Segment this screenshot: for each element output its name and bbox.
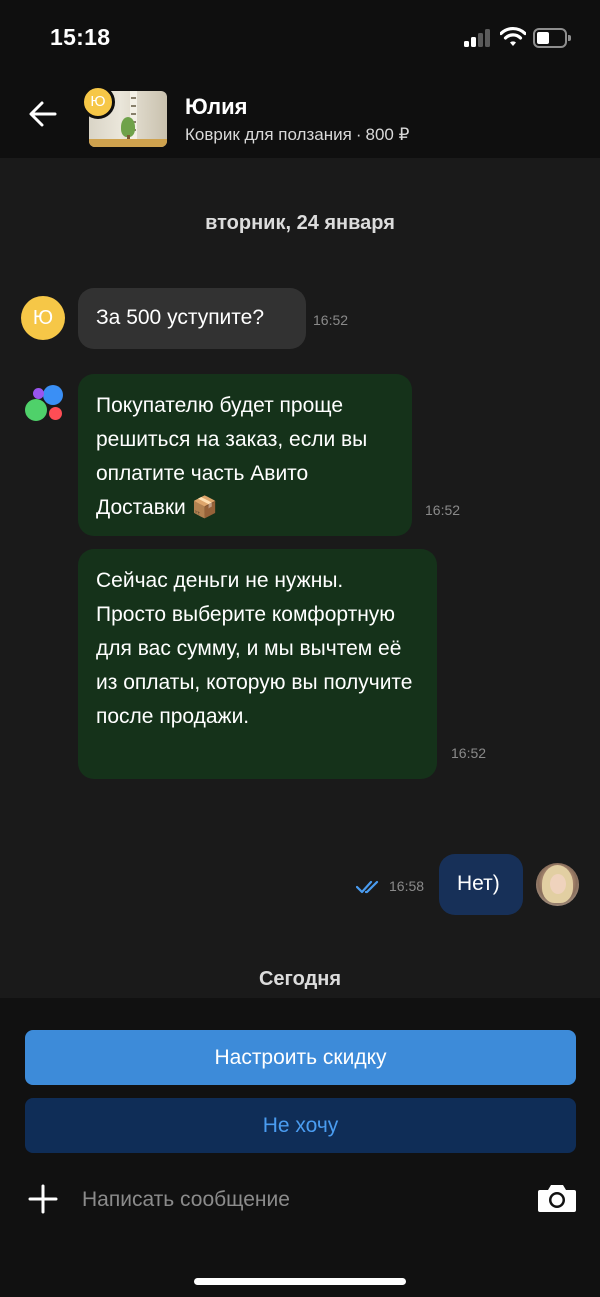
user-avatar[interactable] bbox=[536, 863, 579, 906]
contact-name[interactable]: Юлия bbox=[185, 94, 247, 120]
contact-avatar[interactable]: Ю bbox=[21, 296, 65, 340]
listing-title: Коврик для ползания bbox=[185, 125, 352, 144]
cellular-signal-icon bbox=[464, 29, 492, 47]
listing-separator: · bbox=[355, 125, 362, 144]
message-bubble-incoming[interactable]: За 500 уступите? bbox=[78, 288, 306, 349]
listing-info[interactable]: Коврик для ползания · 800 ₽ bbox=[185, 125, 409, 145]
message-bubble-avito[interactable]: Сейчас деньги не нужны. Просто выберите … bbox=[78, 549, 437, 779]
bottom-panel: Настроить скидку Не хочу bbox=[0, 998, 600, 1297]
message-time: 16:52 bbox=[451, 745, 487, 761]
avito-logo-icon bbox=[25, 385, 63, 421]
message-time: 16:58 bbox=[389, 878, 425, 894]
status-time: 15:18 bbox=[50, 24, 111, 50]
status-bar: 15:18 bbox=[0, 0, 600, 76]
arrow-left-icon[interactable] bbox=[27, 98, 59, 130]
plus-icon[interactable] bbox=[28, 1184, 58, 1214]
message-bubble-avito[interactable]: Покупателю будет проще решиться на заказ… bbox=[78, 374, 412, 536]
camera-icon[interactable] bbox=[537, 1182, 577, 1214]
today-separator: Сегодня bbox=[258, 968, 342, 990]
chat-header: Ю Юлия Коврик для ползания · 800 ₽ bbox=[0, 76, 600, 158]
message-bubble-outgoing[interactable]: Нет) bbox=[439, 854, 523, 915]
double-check-icon bbox=[356, 880, 379, 894]
seller-avatar-badge: Ю bbox=[81, 85, 115, 119]
message-time: 16:52 bbox=[313, 312, 349, 328]
listing-price: 800 ₽ bbox=[365, 125, 410, 144]
wifi-icon bbox=[500, 26, 526, 46]
battery-icon bbox=[533, 28, 571, 48]
decline-button[interactable]: Не хочу bbox=[25, 1098, 576, 1153]
message-time: 16:52 bbox=[425, 502, 461, 518]
home-indicator bbox=[194, 1278, 406, 1285]
setup-discount-button[interactable]: Настроить скидку bbox=[25, 1030, 576, 1085]
date-separator: вторник, 24 января bbox=[205, 212, 395, 234]
message-input[interactable] bbox=[82, 1182, 502, 1218]
